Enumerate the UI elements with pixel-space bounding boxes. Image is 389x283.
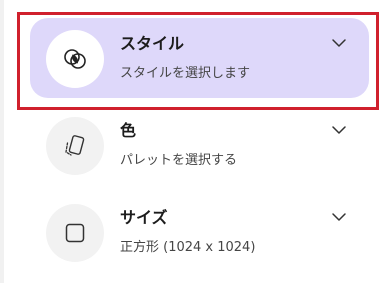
color-option[interactable]: 色 パレットを選択する (30, 105, 369, 185)
square-icon (65, 223, 85, 243)
style-option[interactable]: スタイル スタイルを選択します (30, 18, 369, 98)
style-icon-container (46, 30, 104, 88)
style-overlap-circles-icon (64, 49, 86, 69)
color-icon-container (46, 117, 104, 175)
chevron-down-icon[interactable] (331, 122, 347, 138)
style-option-subtitle: スタイルを選択します (120, 66, 251, 81)
chevron-down-icon[interactable] (331, 209, 347, 225)
image-options-panel: スタイル スタイルを選択します 色 パレットを選択する サイズ 正方形 (102… (0, 0, 389, 283)
color-option-title: 色 (120, 121, 137, 140)
size-icon-container (46, 204, 104, 262)
style-option-title: スタイル (120, 34, 185, 53)
color-option-subtitle: パレットを選択する (120, 153, 238, 168)
size-option[interactable]: サイズ 正方形 (1024 x 1024) (30, 192, 369, 272)
palette-swatch-icon (65, 135, 85, 156)
panel-divider (0, 0, 4, 283)
size-option-title: サイズ (120, 208, 168, 227)
chevron-down-icon[interactable] (331, 35, 347, 51)
size-option-subtitle: 正方形 (1024 x 1024) (120, 240, 256, 255)
